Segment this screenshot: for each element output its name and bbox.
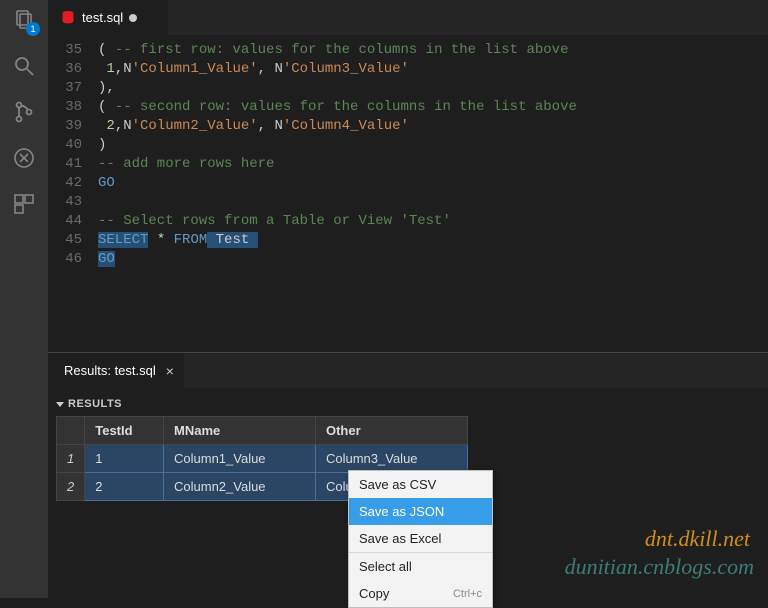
cell[interactable]: Column2_Value [164,473,316,501]
cell[interactable]: Column3_Value [315,445,467,473]
code-line[interactable]: 41-- add more rows here [48,155,768,174]
line-number: 41 [48,155,98,174]
menu-item-label: Save as JSON [359,504,444,519]
results-tab-bar: Results: test.sql × [48,353,768,388]
menu-item-label: Save as CSV [359,477,436,492]
code-line[interactable]: 42GO [48,174,768,193]
database-icon [60,10,76,26]
code-editor[interactable]: 35( -- first row: values for the columns… [48,35,768,352]
cell[interactable]: Column1_Value [164,445,316,473]
column-header[interactable]: TestId [85,417,164,445]
code-line[interactable]: 40) [48,136,768,155]
code-content[interactable]: -- Select rows from a Table or View 'Tes… [98,212,768,231]
code-line[interactable]: 37), [48,79,768,98]
column-header[interactable]: Other [315,417,467,445]
code-content[interactable]: 1,N'Column1_Value', N'Column3_Value' [98,60,768,79]
menu-item[interactable]: Save as JSON [349,498,492,525]
debug-icon[interactable] [10,144,38,172]
row-number[interactable]: 2 [57,473,85,501]
code-line[interactable]: 43 [48,193,768,212]
close-icon[interactable]: × [162,363,174,379]
dirty-indicator-icon [129,14,137,22]
results-heading[interactable]: RESULTS [56,394,760,416]
activity-bar: 1 [0,0,48,598]
code-line[interactable]: 44-- Select rows from a Table or View 'T… [48,212,768,231]
source-control-icon[interactable] [10,98,38,126]
results-tab[interactable]: Results: test.sql × [48,353,184,388]
menu-item[interactable]: Select all [349,553,492,580]
menu-item[interactable]: CopyCtrl+c [349,580,492,607]
search-icon[interactable] [10,52,38,80]
tab-filename: test.sql [82,10,123,25]
results-tab-label: Results: test.sql [64,363,156,378]
editor-tab[interactable]: test.sql [48,0,168,35]
code-content[interactable]: ), [98,79,768,98]
code-line[interactable]: 39 2,N'Column2_Value', N'Column4_Value' [48,117,768,136]
code-content[interactable]: ( -- first row: values for the columns i… [98,41,768,60]
line-number: 37 [48,79,98,98]
code-content[interactable]: -- add more rows here [98,155,768,174]
code-content[interactable]: 2,N'Column2_Value', N'Column4_Value' [98,117,768,136]
code-line[interactable]: 45SELECT * FROM Test [48,231,768,250]
explorer-badge: 1 [26,22,40,36]
cell[interactable]: 2 [85,473,164,501]
code-line[interactable]: 35( -- first row: values for the columns… [48,41,768,60]
code-content[interactable] [98,193,768,212]
cell[interactable]: 1 [85,445,164,473]
menu-item[interactable]: Save as Excel [349,525,492,552]
line-number: 43 [48,193,98,212]
line-number: 45 [48,231,98,250]
code-content[interactable]: GO [98,250,768,269]
menu-item-label: Save as Excel [359,531,441,546]
row-number[interactable]: 1 [57,445,85,473]
code-content[interactable]: ) [98,136,768,155]
line-number: 40 [48,136,98,155]
code-content[interactable]: GO [98,174,768,193]
code-line[interactable]: 46GO [48,250,768,269]
corner-cell[interactable] [57,417,85,445]
column-header[interactable]: MName [164,417,316,445]
menu-item-label: Copy [359,586,389,601]
menu-item[interactable]: Save as CSV [349,471,492,498]
code-content[interactable]: ( -- second row: values for the columns … [98,98,768,117]
context-menu: Save as CSV Save as JSON Save as Excel Sele… [348,470,493,608]
code-line[interactable]: 36 1,N'Column1_Value', N'Column3_Value' [48,60,768,79]
code-line[interactable]: 38( -- second row: values for the column… [48,98,768,117]
editor-tab-bar: test.sql [48,0,768,35]
line-number: 35 [48,41,98,60]
table-row[interactable]: 11Column1_ValueColumn3_Value [57,445,468,473]
line-number: 44 [48,212,98,231]
explorer-icon[interactable]: 1 [10,6,38,34]
extensions-icon[interactable] [10,190,38,218]
line-number: 46 [48,250,98,269]
line-number: 39 [48,117,98,136]
code-content[interactable]: SELECT * FROM Test [98,231,768,250]
menu-item-label: Select all [359,559,412,574]
line-number: 36 [48,60,98,79]
line-number: 38 [48,98,98,117]
line-number: 42 [48,174,98,193]
